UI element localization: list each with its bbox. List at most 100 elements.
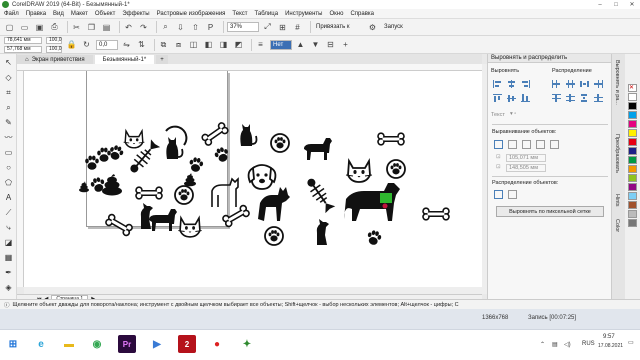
menu-table[interactable]: Таблица <box>255 11 279 17</box>
cat-outline-shape[interactable] <box>211 177 239 207</box>
color-swatch[interactable] <box>628 174 637 182</box>
color-swatch[interactable] <box>628 183 637 191</box>
outline-width-icon[interactable]: ≡ <box>255 39 266 50</box>
start-windows-icon[interactable]: ⊞ <box>4 335 22 353</box>
menu-help[interactable]: Справка <box>350 11 374 17</box>
color-swatch[interactable] <box>628 165 637 173</box>
distribute-center-h-icon[interactable] <box>566 80 575 88</box>
copy-icon[interactable]: ❐ <box>86 22 97 33</box>
color-swatch[interactable] <box>628 120 637 128</box>
sitting-cat-shape[interactable] <box>239 123 258 147</box>
connector-tool-icon[interactable]: ⤷ <box>2 221 15 234</box>
tab-welcome-screen[interactable]: ⌂ Экран приветствия <box>17 55 93 64</box>
walking-dog-shape[interactable] <box>149 209 177 231</box>
sitting-cat-shape[interactable] <box>165 136 184 160</box>
align-to-pixel-grid-button[interactable]: Выровнять по пиксельной сетке <box>496 206 604 217</box>
show-grid-icon[interactable]: # <box>292 22 303 33</box>
new-document-icon[interactable]: ▢ <box>4 22 15 33</box>
horizontal-scrollbar[interactable] <box>24 287 482 294</box>
paw-circle-shape[interactable] <box>175 186 193 204</box>
edge-browser-icon[interactable]: e <box>32 335 50 353</box>
bone-shape[interactable] <box>135 186 163 200</box>
transparency-icon[interactable]: ▦ <box>2 251 15 264</box>
menu-layout[interactable]: Макет <box>71 11 88 17</box>
align-right-icon[interactable] <box>521 80 530 88</box>
options-gear-icon[interactable]: ⚙ <box>367 22 378 33</box>
poop-shape[interactable] <box>102 174 122 196</box>
horizontal-ruler[interactable] <box>17 64 482 71</box>
combine-icon[interactable]: ◫ <box>188 39 199 50</box>
distribute-right-icon[interactable] <box>594 80 603 88</box>
menu-file[interactable]: Файл <box>4 11 19 17</box>
open-folder-icon[interactable]: ▭ <box>19 22 30 33</box>
menu-object[interactable]: Объект <box>95 11 115 17</box>
outline-width-select[interactable]: Нет <box>270 39 292 50</box>
paw-print-shape[interactable] <box>85 155 99 170</box>
close-button[interactable]: ✕ <box>624 0 640 9</box>
grid-icon[interactable] <box>536 140 545 149</box>
scale-x-field[interactable]: 100,0 <box>46 36 62 44</box>
save-icon[interactable]: ▣ <box>34 22 45 33</box>
distribute-spacing-v-icon[interactable] <box>580 94 589 102</box>
menu-bitmaps[interactable]: Растровые изображения <box>157 11 226 17</box>
vertical-ruler[interactable] <box>17 71 24 287</box>
align-top-icon[interactable] <box>493 94 502 102</box>
search-content-icon[interactable]: ⌕ <box>160 22 171 33</box>
mirror-vertical-icon[interactable]: ⇅ <box>136 39 147 50</box>
drop-shadow-icon[interactable]: ◪ <box>2 236 15 249</box>
color-swatch[interactable] <box>628 201 637 209</box>
doberman-shape[interactable] <box>258 187 290 221</box>
bone-shape[interactable] <box>422 207 450 221</box>
y-coordinate-field[interactable]: 148,505 мм <box>506 164 546 172</box>
tab-transform[interactable]: Преобразовать <box>614 134 620 173</box>
cat-face-shape[interactable] <box>177 217 203 238</box>
volume-icon[interactable]: ◁) <box>564 341 571 348</box>
notifications-icon[interactable]: ▭ <box>628 339 634 346</box>
zoom-level-select[interactable]: 37% <box>227 22 259 32</box>
fishbone-shape[interactable] <box>302 174 337 215</box>
chrome-icon[interactable]: ◉ <box>88 335 106 353</box>
app-badge-icon[interactable]: 2 <box>178 335 196 353</box>
clock-time[interactable]: 9:57 <box>603 334 615 340</box>
x-coordinate-field[interactable]: 105,071 мм <box>506 154 546 162</box>
media-player-icon[interactable]: ▶ <box>148 335 166 353</box>
distribute-to-page-icon[interactable] <box>508 190 517 199</box>
cut-icon[interactable]: ✂ <box>71 22 82 33</box>
undo-icon[interactable]: ↶ <box>123 22 134 33</box>
print-icon[interactable]: ⎙ <box>49 22 60 33</box>
page-center-icon[interactable] <box>522 140 531 149</box>
group-icon[interactable]: ⧉ <box>158 39 169 50</box>
distribute-to-selection-icon[interactable] <box>494 190 503 199</box>
paw-circle-shape[interactable] <box>387 160 405 178</box>
menu-window[interactable]: Окно <box>329 11 343 17</box>
ellipse-tool-icon[interactable]: ○ <box>2 161 15 174</box>
distribute-center-v-icon[interactable] <box>566 94 575 102</box>
rectangle-tool-icon[interactable]: ▭ <box>2 146 15 159</box>
align-center-v-icon[interactable] <box>507 94 516 102</box>
full-screen-icon[interactable]: ⤢ <box>262 22 273 33</box>
ungroup-icon[interactable]: ⧈ <box>173 39 184 50</box>
parallel-dimension-icon[interactable]: ⟋ <box>2 206 15 219</box>
dog-face-shape[interactable] <box>247 164 277 190</box>
color-swatch[interactable] <box>628 93 637 101</box>
specified-point-icon[interactable] <box>550 140 559 149</box>
no-color-swatch[interactable]: ✕ <box>628 84 637 92</box>
menu-view[interactable]: Вид <box>53 11 64 17</box>
coreldraw-taskbar-icon[interactable]: ✦ <box>238 335 256 353</box>
pick-tool-icon[interactable]: ↖ <box>2 56 15 69</box>
distribute-left-icon[interactable] <box>552 80 561 88</box>
tab-document[interactable]: Безымянный-1* <box>94 55 155 64</box>
color-swatch[interactable] <box>628 147 637 155</box>
color-swatch[interactable] <box>628 219 637 227</box>
color-swatch[interactable] <box>628 156 637 164</box>
text-dropdown-icon[interactable]: ▾ ▫ <box>510 111 516 117</box>
bone-shape[interactable] <box>104 212 134 238</box>
paw-print-shape[interactable] <box>97 147 111 162</box>
network-icon[interactable]: ▤ <box>552 341 558 348</box>
align-left-icon[interactable] <box>493 80 502 88</box>
shape-tool-icon[interactable]: ◇ <box>2 71 15 84</box>
interactive-fill-icon[interactable]: ◈ <box>2 281 15 294</box>
menu-text[interactable]: Текст <box>232 11 247 17</box>
width-field[interactable]: 78,641 мм <box>4 36 42 44</box>
bone-shape[interactable] <box>221 203 251 229</box>
